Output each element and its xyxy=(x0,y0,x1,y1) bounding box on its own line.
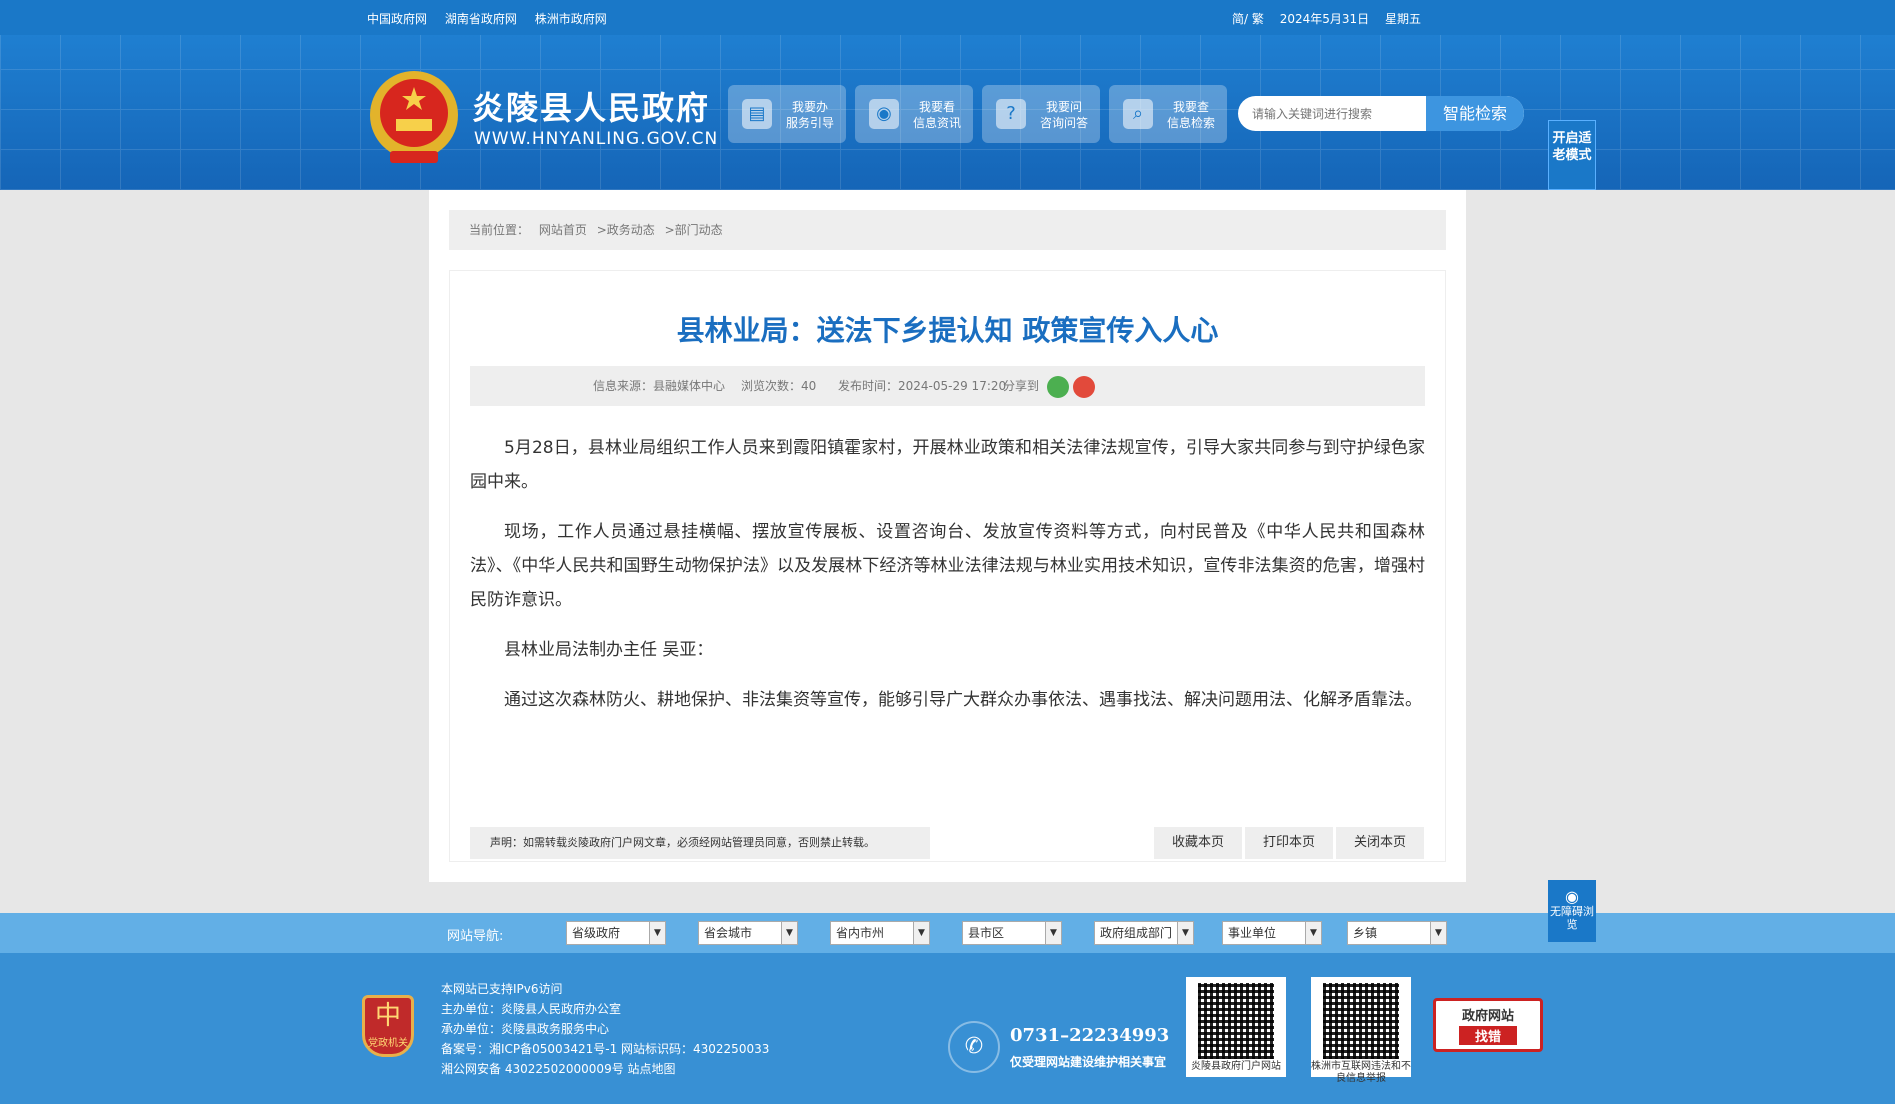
date-text: 2024年5月31日 xyxy=(1279,12,1370,26)
footer-info: 本网站已支持IPv6访问 主办单位：炎陵县人民政府办公室 承办单位：炎陵县政务服… xyxy=(441,982,770,1076)
gov-site-error-report-button[interactable]: 政府网站 找错 xyxy=(1433,998,1543,1052)
breadcrumb: 当前位置： 网站首页 >政务动态 >部门动态 xyxy=(449,210,1446,250)
article: 县林业局：送法下乡提认知 政策宣传入人心 信息来源：县融媒体中心 浏览次数：40… xyxy=(449,270,1446,862)
nav-info-button[interactable]: ◉ 我要看 信息资讯 xyxy=(855,85,973,143)
link-hunan[interactable]: 湖南省政府网 xyxy=(445,12,517,26)
link-gov-cn[interactable]: 中国政府网 xyxy=(367,12,427,26)
gov-links: 中国政府网 湖南省政府网 株洲市政府网 xyxy=(367,10,621,27)
phone-icon: ✆ xyxy=(948,1021,1000,1073)
badge-label: 党政机关 xyxy=(368,1038,408,1049)
search-input[interactable] xyxy=(1238,96,1426,131)
select-province[interactable]: 省级政府 ▼ xyxy=(566,921,666,945)
eye-icon: ◉ xyxy=(869,99,899,129)
meta-views: 浏览次数：40 xyxy=(741,379,817,393)
select-capital[interactable]: 省会城市 ▼ xyxy=(698,921,798,945)
select-institution[interactable]: 事业单位 ▼ xyxy=(1222,921,1322,945)
meta-source: 信息来源：县融媒体中心 xyxy=(593,379,726,393)
elder-mode-button[interactable]: 开启适老模式 xyxy=(1548,120,1596,190)
footer: 中 党政机关 本网站已支持IPv6访问 主办单位：炎陵县人民政府办公室 承办单位… xyxy=(0,953,1895,1104)
crumb-dept[interactable]: >部门动态 xyxy=(665,223,723,237)
question-icon: ? xyxy=(996,99,1026,129)
meta-share-label: 分享到 xyxy=(1003,379,1040,393)
chevron-down-icon: ▼ xyxy=(1305,922,1321,944)
article-meta: 信息来源：县融媒体中心 浏览次数：40 发布时间：2024-05-29 17:2… xyxy=(470,366,1425,406)
select-department[interactable]: 政府组成部门 ▼ xyxy=(1094,921,1194,945)
paragraph: 县林业局法制办主任 吴亚： xyxy=(504,640,714,660)
smart-search-button[interactable]: 智能检索 xyxy=(1426,96,1524,131)
eye-icon: ◉ xyxy=(1565,887,1579,906)
nav-search-button[interactable]: ⌕ 我要查 信息检索 xyxy=(1109,85,1227,143)
paragraph: 现场，工作人员通过悬挂横幅、摆放宣传展板、设置咨询台、发放宣传资料等方式，向村民… xyxy=(470,522,1425,610)
chevron-down-icon: ▼ xyxy=(1430,922,1446,944)
search-box: 智能检索 xyxy=(1238,96,1524,131)
qr-code-icon xyxy=(1323,983,1399,1059)
qr-code-icon xyxy=(1198,983,1274,1059)
accessibility-button[interactable]: ◉ 无障碍浏览 xyxy=(1548,880,1596,942)
paragraph: 5月28日，县林业局组织工作人员来到霞阳镇霍家村，开展林业政策和相关法律法规宣传… xyxy=(470,438,1425,492)
site-title[interactable]: 炎陵县人民政府 xyxy=(472,83,710,129)
seal-glyph: 中 xyxy=(374,1001,401,1031)
main-content: 当前位置： 网站首页 >政务动态 >部门动态 县林业局：送法下乡提认知 政策宣传… xyxy=(429,190,1466,882)
phone-note: 仅受理网站建设维护相关事宜 xyxy=(1010,1055,1167,1069)
header: 炎陵县人民政府 WWW.HNYANLING.GOV.CN ▤ 我要办 服务引导 ◉… xyxy=(0,35,1895,190)
site-nav-strip: 网站导航: 省级政府 ▼ 省会城市 ▼ 省内市州 ▼ 县市区 ▼ 政府组成部门 ▼ 事业单… xyxy=(0,913,1895,953)
site-nav-label: 网站导航: xyxy=(447,929,504,944)
select-town[interactable]: 乡镇 ▼ xyxy=(1347,921,1447,945)
wechat-icon[interactable] xyxy=(1047,376,1069,398)
national-emblem-icon xyxy=(370,71,458,163)
magnifier-icon: ⌕ xyxy=(1123,99,1153,129)
chevron-down-icon: ▼ xyxy=(781,922,797,944)
nav-service-button[interactable]: ▤ 我要办 服务引导 xyxy=(728,85,846,143)
link-zhuzhou[interactable]: 株洲市政府网 xyxy=(535,12,607,26)
weekday-text: 星期五 xyxy=(1384,12,1421,26)
weibo-icon[interactable] xyxy=(1073,376,1095,398)
copyright-notice: 声明：如需转载炎陵政府门户网文章，必须经网站管理员同意，否则禁止转载。 xyxy=(470,827,930,859)
chevron-down-icon: ▼ xyxy=(1045,922,1061,944)
lang-switch[interactable]: 简/ 繁 xyxy=(1232,12,1264,26)
close-page-button[interactable]: 关闭本页 xyxy=(1336,827,1424,859)
paragraph: 通过这次森林防火、耕地保护、非法集资等宣传，能够引导广大群众办事依法、遇事找法、… xyxy=(504,690,1422,710)
chevron-down-icon: ▼ xyxy=(1177,922,1193,944)
document-icon: ▤ xyxy=(742,99,772,129)
meta-time: 发布时间：2024-05-29 17:20 xyxy=(838,379,1007,393)
party-gov-badge-icon[interactable]: 中 党政机关 xyxy=(362,995,414,1057)
chevron-down-icon: ▼ xyxy=(649,922,665,944)
qr-portal: 炎陵县政府门户网站 xyxy=(1186,977,1286,1077)
select-county[interactable]: 县市区 ▼ xyxy=(962,921,1062,945)
select-city[interactable]: 省内市州 ▼ xyxy=(830,921,930,945)
crumb-home[interactable]: 网站首页 xyxy=(539,223,587,237)
top-bar: 中国政府网 湖南省政府网 株洲市政府网 简/ 繁 2024年5月31日 星期五 xyxy=(0,0,1895,35)
nav-ask-button[interactable]: ? 我要问 咨询问答 xyxy=(982,85,1100,143)
print-button[interactable]: 打印本页 xyxy=(1245,827,1333,859)
bookmark-button[interactable]: 收藏本页 xyxy=(1154,827,1242,859)
article-title: 县林业局：送法下乡提认知 政策宣传入人心 xyxy=(676,314,1219,347)
article-body: 5月28日，县林业局组织工作人员来到霞阳镇霍家村，开展林业政策和相关法律法规宣传… xyxy=(470,431,1425,733)
crumb-news[interactable]: >政务动态 xyxy=(597,223,655,237)
phone-number: 0731–22234993 xyxy=(1010,1025,1170,1046)
qr-report: 株洲市互联网违法和不良信息举报 xyxy=(1311,977,1411,1084)
site-url: WWW.HNYANLING.GOV.CN xyxy=(474,129,719,149)
chevron-down-icon: ▼ xyxy=(913,922,929,944)
